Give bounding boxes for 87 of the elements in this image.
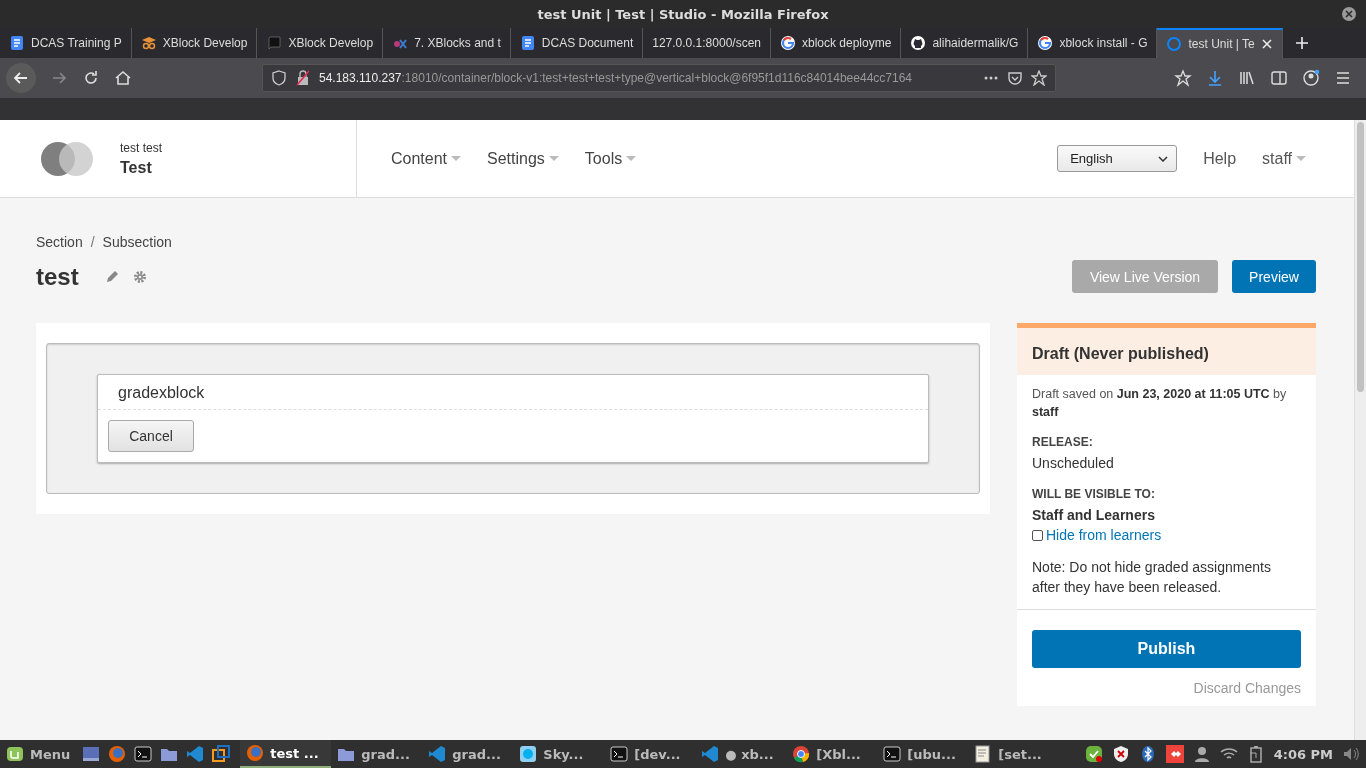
settings-icon[interactable] <box>132 269 147 284</box>
hide-checkbox[interactable] <box>1032 529 1043 541</box>
mint-logo-icon[interactable] <box>6 745 24 763</box>
menu-icon[interactable] <box>1334 69 1352 87</box>
home-icon[interactable] <box>114 69 132 87</box>
draft-saved-text: Draft saved on Jun 23, 2020 at 11:05 UTC by staff <box>1032 386 1288 421</box>
status-header: Draft (Never published) <box>1017 328 1316 375</box>
release-label: RELEASE: <box>1032 435 1094 449</box>
google-logo-icon <box>1037 35 1054 51</box>
course-name: Test <box>120 158 153 177</box>
skype-icon[interactable] <box>519 745 538 763</box>
chevron-down-icon[interactable] <box>1158 155 1169 162</box>
scrollbar[interactable] <box>1354 120 1366 740</box>
publish-button[interactable]: Publish <box>1032 630 1301 668</box>
user-icon[interactable] <box>1192 745 1211 763</box>
window-title: test Unit | Test | Studio - Mozilla Firefox <box>537 6 829 22</box>
nav-menu[interactable]: Tools <box>576 143 645 174</box>
help-link[interactable]: Help <box>1203 149 1237 168</box>
text-editor-icon[interactable] <box>974 745 993 763</box>
reading-list-icon[interactable] <box>1174 69 1192 87</box>
breadcrumb-link[interactable]: Section <box>36 234 83 250</box>
breadcrumb-link[interactable]: Subsection <box>102 234 172 250</box>
logo-icon[interactable] <box>40 140 94 177</box>
book-icon <box>266 35 283 51</box>
sidebar-icon[interactable] <box>1270 69 1288 87</box>
chrome-icon[interactable] <box>792 745 811 763</box>
insecure-lock-icon <box>295 70 311 86</box>
loading-ring-icon <box>1166 36 1183 52</box>
terminal-icon[interactable] <box>883 745 902 763</box>
organization-name: test test <box>120 140 163 155</box>
code-editor-icon[interactable] <box>186 745 205 763</box>
virtual-box-icon[interactable] <box>212 745 231 763</box>
note-text: Note: Do not hide graded assignments after they have been released. <box>1032 558 1272 597</box>
nav-menu[interactable]: Settings <box>479 143 567 174</box>
graduation-cap-icon <box>140 35 157 51</box>
shield-icon <box>271 70 287 86</box>
address-bar[interactable]: 54.183.110.237:18010/container/block-v1:test+test+test+type@vertical+block@6f95f1d116c84014bee44cc7164 <box>262 64 1056 92</box>
browser-tab[interactable]: test Unit | Te <box>1157 28 1283 58</box>
release-value: Unscheduled <box>1032 455 1115 471</box>
taskbar-window[interactable]: [dev... <box>604 740 696 768</box>
anydesk-icon[interactable] <box>1165 745 1184 763</box>
firefox-icon[interactable] <box>108 745 127 763</box>
visibility-label: WILL BE VISIBLE TO: <box>1032 487 1156 501</box>
xblock-name: gradexblock <box>98 375 928 410</box>
google-logo-icon <box>780 35 796 51</box>
star-icon[interactable] <box>1031 70 1047 86</box>
clock[interactable]: 4:06 PM <box>1273 746 1333 762</box>
hide-from-learners-link[interactable]: Hide from learners <box>1046 527 1162 543</box>
taskbar-window[interactable]: test ... <box>240 740 332 768</box>
taskbar-window[interactable]: Sky... <box>513 740 605 768</box>
library-icon[interactable] <box>1238 69 1256 87</box>
user-menu[interactable]: staff <box>1262 149 1306 168</box>
action-button[interactable]: Preview <box>1232 260 1316 293</box>
taskbar-window[interactable]: grad... <box>422 740 514 768</box>
breadcrumb-separator: / <box>90 234 95 250</box>
account-icon[interactable] <box>1302 69 1320 87</box>
github-logo-icon <box>910 35 927 51</box>
volume-icon[interactable] <box>1342 745 1360 763</box>
new-tab-icon[interactable] <box>1294 36 1309 50</box>
terminal-icon[interactable] <box>610 745 629 763</box>
start-menu[interactable]: Menu <box>0 745 77 763</box>
code-editor-icon[interactable] <box>701 745 720 763</box>
language-select[interactable]: English <box>1057 145 1178 172</box>
code-editor-icon[interactable] <box>428 745 447 763</box>
visibility-value: Staff and Learners <box>1032 507 1156 523</box>
close-icon[interactable] <box>1342 7 1356 21</box>
document-icon <box>9 35 25 51</box>
nav-menu[interactable]: Content <box>383 143 470 174</box>
desktop-icon[interactable] <box>82 745 101 763</box>
pocket-icon[interactable] <box>1007 70 1023 86</box>
unit-title: test <box>36 262 79 291</box>
firefox-icon[interactable] <box>246 744 265 762</box>
document-icon <box>519 35 536 51</box>
taskbar-window[interactable]: [ubu... <box>877 740 969 768</box>
reload-icon[interactable] <box>82 69 100 87</box>
taskbar-window[interactable]: [Xbl... <box>786 740 878 768</box>
taskbar-window[interactable]: ● xb... <box>695 740 787 768</box>
shield-icon[interactable] <box>1111 745 1130 763</box>
cancel-button[interactable]: Cancel <box>108 420 194 452</box>
back-icon[interactable] <box>6 63 36 93</box>
update-manager-icon[interactable] <box>1084 745 1103 763</box>
taskbar-window[interactable]: [set... <box>968 740 1060 768</box>
taskbar-window[interactable]: grad... <box>331 740 423 768</box>
download-icon[interactable] <box>1206 69 1224 87</box>
pencil-icon[interactable] <box>104 269 119 284</box>
terminal-icon[interactable] <box>134 745 153 763</box>
close-tab-icon[interactable] <box>1260 38 1273 50</box>
